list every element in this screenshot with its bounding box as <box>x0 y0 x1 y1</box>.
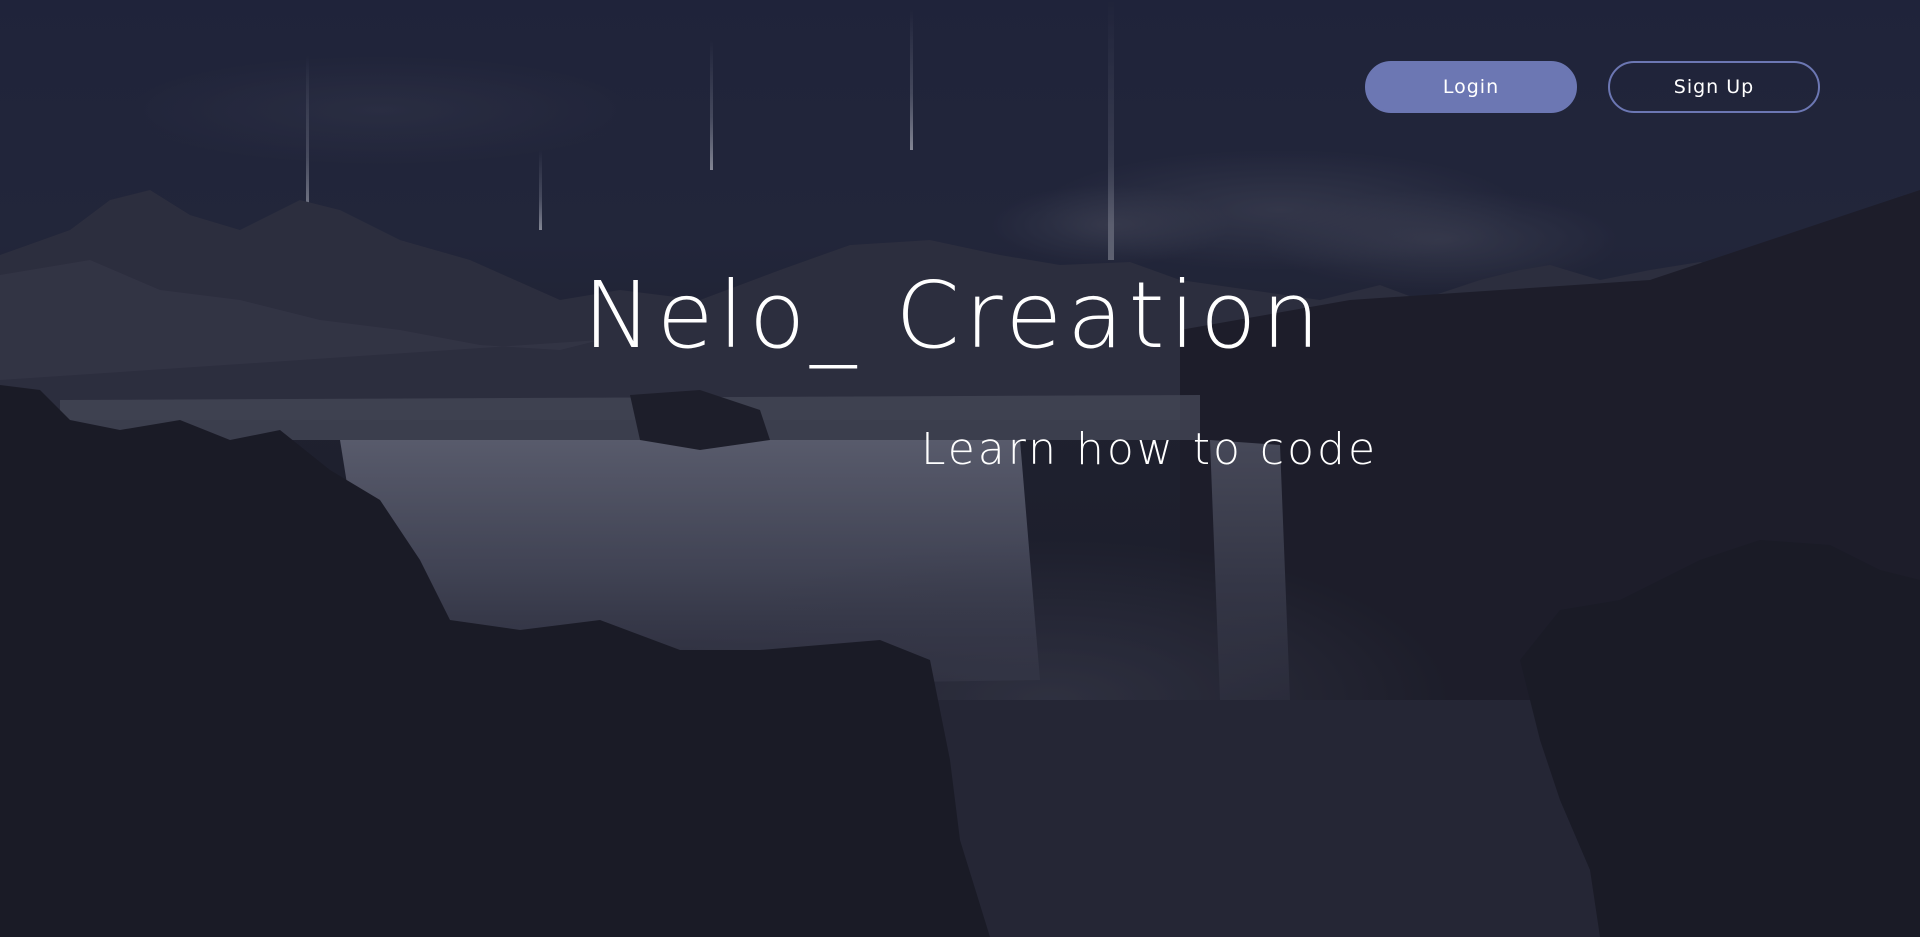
landing-page: Login Sign Up Nelo_ Creation Learn how t… <box>0 0 1920 937</box>
signup-button[interactable]: Sign Up <box>1608 61 1820 113</box>
hero-title: Nelo_ Creation <box>583 262 1325 369</box>
hero-subtitle: Learn how to code <box>921 424 1379 475</box>
login-button[interactable]: Login <box>1365 61 1577 113</box>
